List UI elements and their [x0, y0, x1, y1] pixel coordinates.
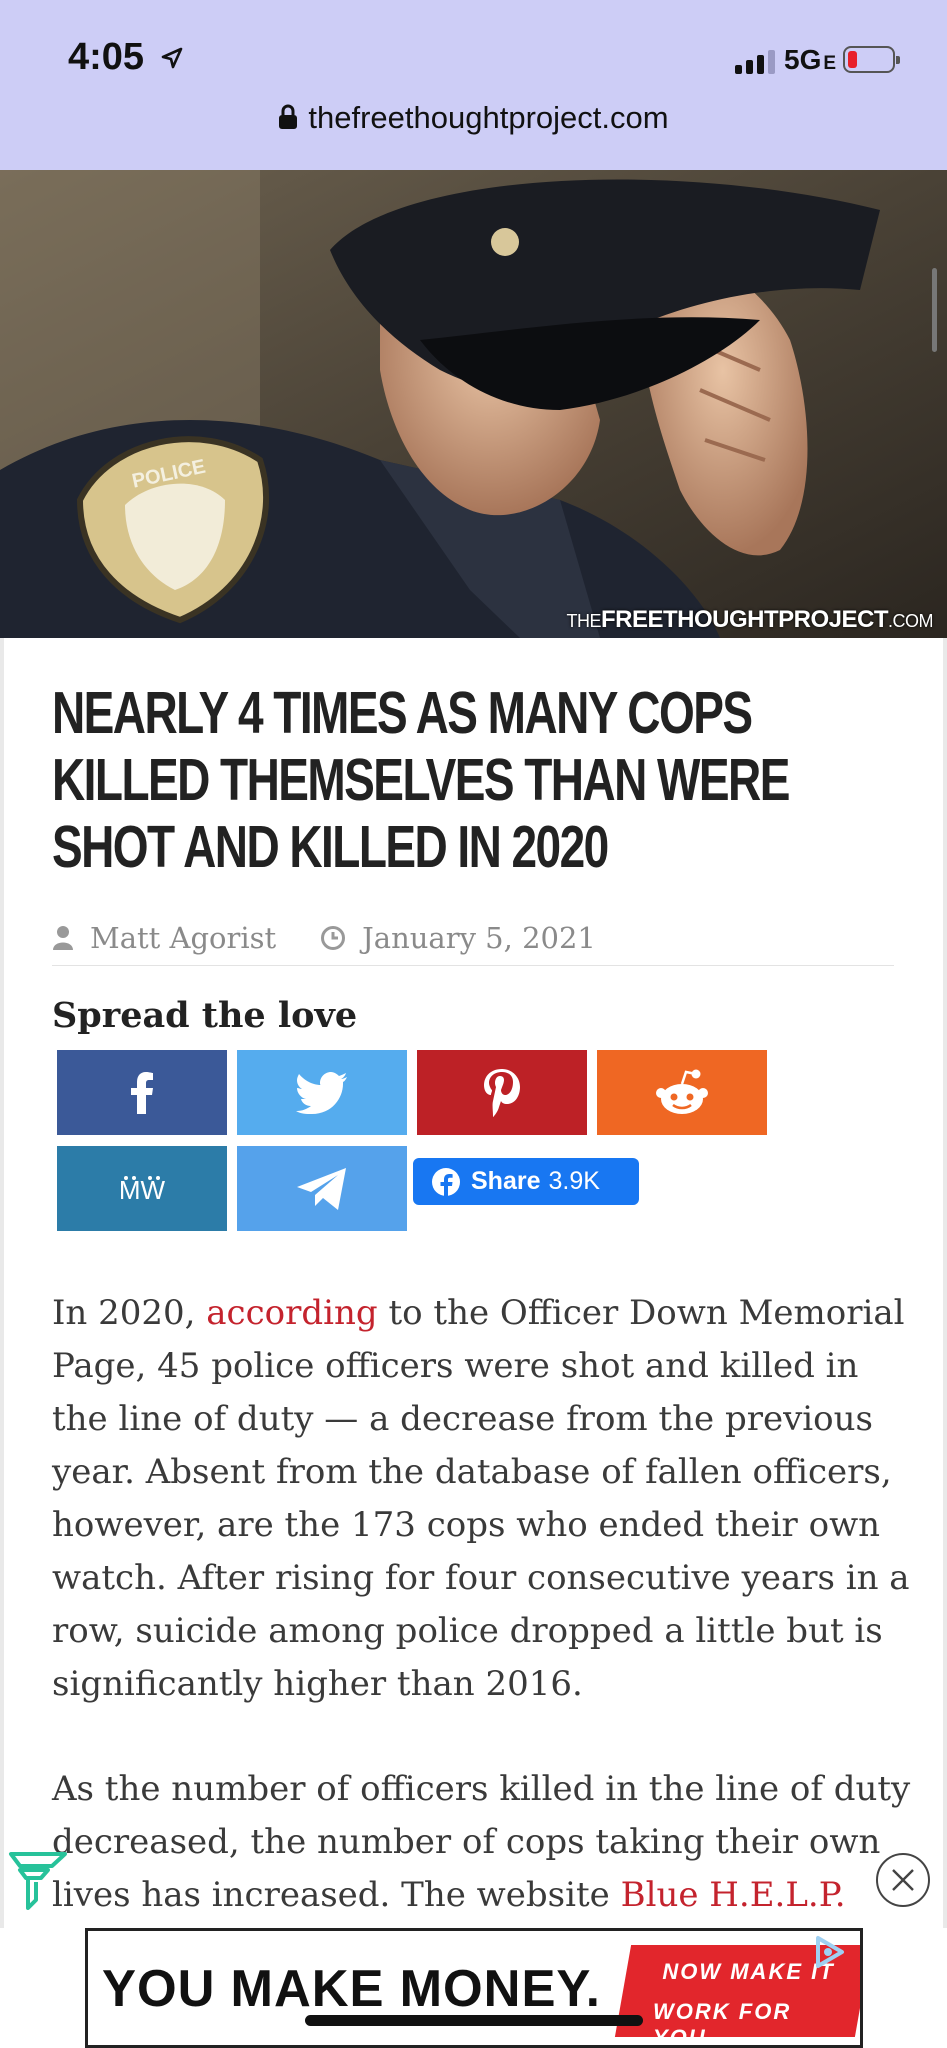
article-meta: Matt Agorist January 5, 2021 [52, 910, 894, 966]
police-officer-illustration: POLICE [0, 170, 947, 638]
pinterest-icon [484, 1068, 520, 1117]
reddit-icon [656, 1069, 708, 1114]
address-bar[interactable]: thefreethoughtproject.com [0, 100, 947, 136]
share-mewe-button[interactable]: MW [57, 1146, 227, 1231]
user-icon [53, 925, 73, 950]
ad-headline: YOU MAKE MONEY. [102, 1960, 601, 2018]
paragraph-text: In 2020, [52, 1293, 207, 1333]
share-heading: Spread the love [52, 995, 358, 1036]
article-paragraph-2: As the number of officers killed in the … [52, 1763, 912, 1922]
battery-icon [843, 46, 900, 73]
home-indicator[interactable] [305, 2015, 643, 2026]
ad-tag-line-1: NOW MAKE IT [662, 1959, 835, 1984]
ad-tag-line-2: WORK FOR YOU. [653, 1999, 792, 2048]
date-text: January 5, 2021 [362, 920, 596, 955]
page-edge-right [943, 638, 947, 1928]
close-icon [892, 1869, 914, 1891]
page-edge-left [0, 638, 4, 1928]
paragraph-text: to the Officer Down Memorial Page, 45 po… [52, 1293, 910, 1704]
twitter-icon [296, 1071, 347, 1114]
clock-icon [321, 925, 346, 950]
share-facebook-button[interactable] [57, 1050, 227, 1135]
fb-share-label: Share [471, 1167, 541, 1195]
location-arrow-icon [161, 47, 183, 69]
blue-help-link[interactable]: Blue H.E.L.P. [621, 1875, 846, 1915]
browser-chrome: 4:05 5G E thefreethoughtproject.com [0, 0, 947, 170]
article-paragraph-1: In 2020, according to the Officer Down M… [52, 1287, 912, 1711]
according-link[interactable]: according [206, 1293, 377, 1333]
share-reddit-button[interactable] [597, 1050, 767, 1135]
fb-share-count: 3.9K [548, 1167, 600, 1195]
facebook-icon [131, 1071, 153, 1114]
share-telegram-button[interactable] [237, 1146, 407, 1231]
lock-icon [279, 104, 298, 129]
cellular-signal-icon [735, 50, 775, 74]
publish-date: January 5, 2021 [320, 921, 596, 955]
article-title: Nearly 4 Times As Many Cops Killed Thems… [52, 680, 790, 880]
freethought-logo-icon[interactable] [8, 1850, 68, 1912]
url-text: thefreethoughtproject.com [308, 100, 669, 135]
author-name: Matt Agorist [90, 920, 277, 955]
facebook-share-count-button[interactable]: Share 3.9K [413, 1158, 639, 1205]
share-twitter-button[interactable] [237, 1050, 407, 1135]
share-pinterest-button[interactable] [417, 1050, 587, 1135]
status-time: 4:05 [68, 36, 145, 78]
author[interactable]: Matt Agorist [52, 921, 276, 955]
close-ad-button[interactable] [876, 1853, 930, 1907]
scroll-indicator[interactable] [932, 268, 937, 352]
adchoices-icon[interactable] [814, 1935, 854, 1969]
telegram-icon [297, 1167, 346, 1210]
hero-image: POLICE THEFREETHOUGHTPROJECT.COM [0, 170, 947, 638]
facebook-circle-icon [432, 1167, 460, 1197]
mewe-icon: MW [119, 1175, 166, 1204]
banner-ad[interactable]: YOU MAKE MONEY. NOW MAKE IT WORK FOR YOU… [85, 1928, 863, 2048]
image-watermark: THEFREETHOUGHTPROJECT.COM [566, 606, 933, 633]
network-type: 5G E [784, 44, 837, 75]
